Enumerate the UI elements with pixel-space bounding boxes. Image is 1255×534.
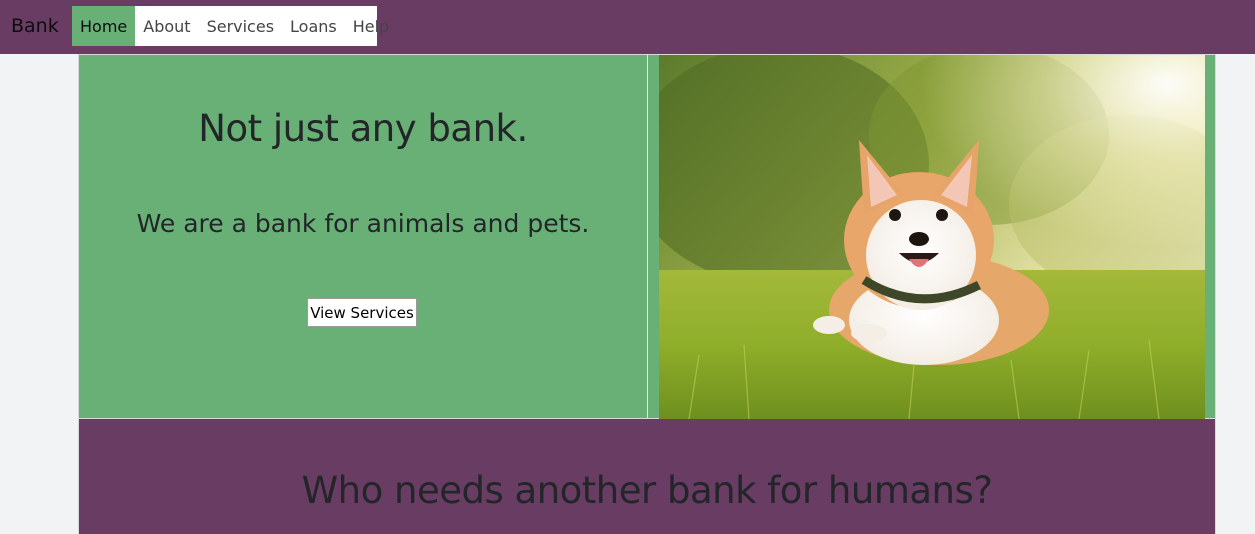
nav-link-home[interactable]: Home bbox=[72, 6, 136, 46]
hero-text-panel: Not just any bank. We are a bank for ani… bbox=[79, 55, 648, 418]
section-title: Who needs another bank for humans? bbox=[301, 469, 993, 512]
hero-section: Not just any bank. We are a bank for ani… bbox=[78, 54, 1216, 419]
nav-links: Home About Services Loans Help bbox=[72, 6, 389, 46]
corgi-photo bbox=[659, 55, 1205, 419]
corgi-illustration bbox=[659, 55, 1205, 419]
hero-subtitle: We are a bank for animals and pets. bbox=[136, 209, 590, 238]
brand-logo[interactable]: Bank bbox=[11, 14, 59, 38]
top-navbar: Bank Home About Services Loans Help bbox=[0, 0, 1255, 54]
intro-section: Who needs another bank for humans? bbox=[78, 419, 1216, 534]
nav-link-services[interactable]: Services bbox=[199, 6, 282, 46]
view-services-button[interactable]: View Services bbox=[307, 298, 417, 327]
nav-link-about[interactable]: About bbox=[135, 6, 198, 46]
nav-link-help[interactable]: Help bbox=[345, 6, 397, 46]
nav-link-loans[interactable]: Loans bbox=[282, 6, 345, 46]
hero-title: Not just any bank. bbox=[198, 107, 528, 150]
